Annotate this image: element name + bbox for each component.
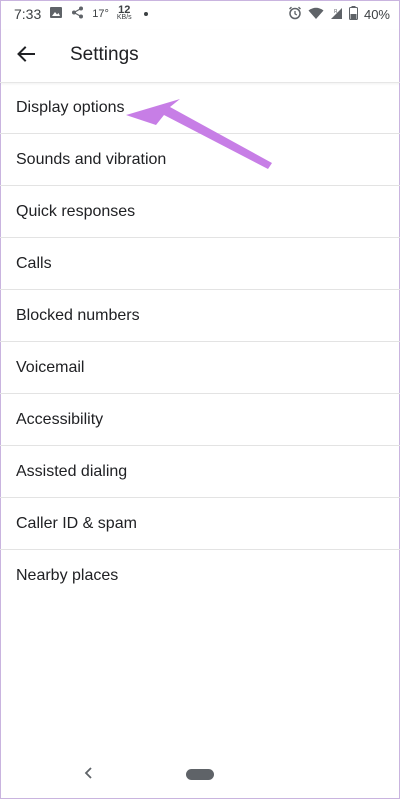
status-left: 7:33 17° 12 KB/s xyxy=(14,4,148,22)
settings-item-blocked-numbers[interactable]: Blocked numbers xyxy=(0,290,400,342)
settings-item-display-options[interactable]: Display options xyxy=(0,82,400,134)
system-nav-bar xyxy=(0,755,400,795)
settings-item-sounds-and-vibration[interactable]: Sounds and vibration xyxy=(0,134,400,186)
settings-item-nearby-places[interactable]: Nearby places xyxy=(0,550,400,602)
chevron-left-icon xyxy=(83,766,93,785)
alarm-icon xyxy=(288,6,302,23)
settings-item-calls[interactable]: Calls xyxy=(0,238,400,290)
settings-list: Display options Sounds and vibration Qui… xyxy=(0,82,400,602)
arrow-left-icon xyxy=(17,45,35,67)
speed-value: 12 xyxy=(118,4,131,16)
share-icon xyxy=(71,6,84,22)
home-pill-icon[interactable] xyxy=(186,769,214,780)
settings-item-accessibility[interactable]: Accessibility xyxy=(0,394,400,446)
status-time: 7:33 xyxy=(14,6,42,22)
speed-unit: KB/s xyxy=(116,14,132,21)
settings-item-caller-id-spam[interactable]: Caller ID & spam xyxy=(0,498,400,550)
notification-dot-icon xyxy=(143,12,148,16)
network-speed: 12 KB/s xyxy=(116,4,132,22)
image-icon xyxy=(49,6,63,22)
settings-item-quick-responses[interactable]: Quick responses xyxy=(0,186,400,238)
battery-icon xyxy=(348,6,358,23)
battery-percent: 40% xyxy=(363,7,390,22)
status-right: R 40% xyxy=(288,6,390,23)
back-button[interactable] xyxy=(12,42,40,70)
nav-back-button[interactable] xyxy=(78,763,98,787)
page-title: Settings xyxy=(70,44,139,65)
signal-icon: R xyxy=(330,7,343,23)
settings-item-voicemail[interactable]: Voicemail xyxy=(0,342,400,394)
status-bar: 7:33 17° 12 KB/s R 40% xyxy=(0,0,400,30)
settings-item-assisted-dialing[interactable]: Assisted dialing xyxy=(0,446,400,498)
wifi-icon xyxy=(308,7,324,23)
temperature: 17° xyxy=(92,8,109,20)
svg-text:R: R xyxy=(334,9,338,15)
app-bar: Settings xyxy=(0,30,400,83)
